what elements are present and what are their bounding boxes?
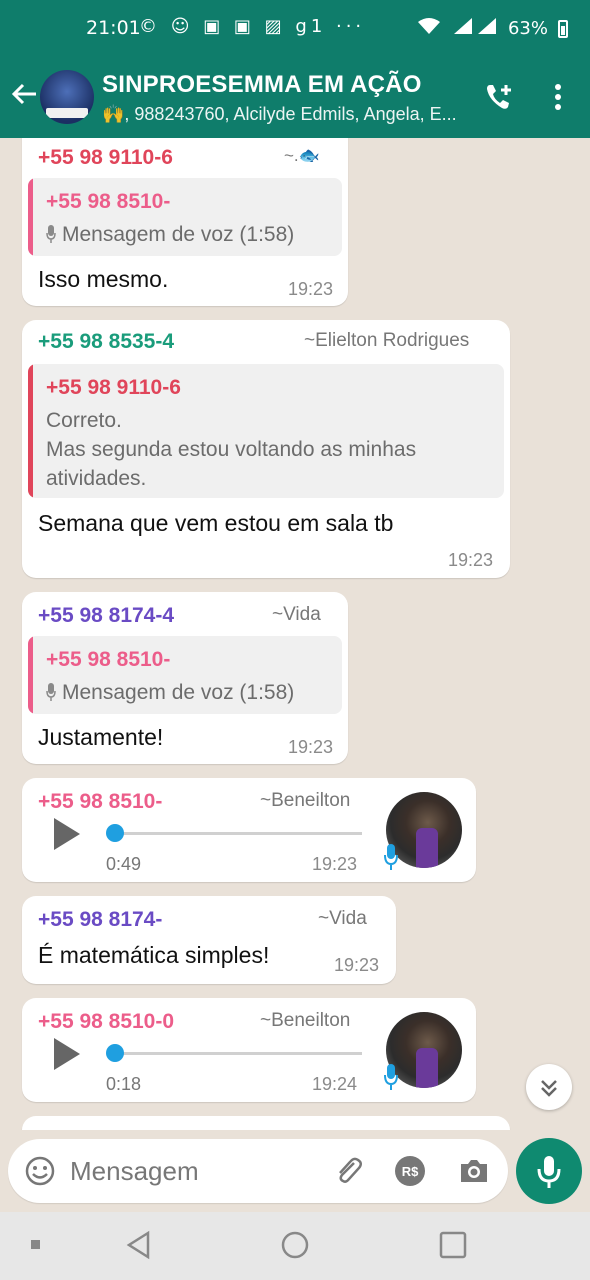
voice-mic-icon <box>384 1064 398 1090</box>
message-time: 19:23 <box>288 279 334 299</box>
quoted-sender: +55 98 8510- <box>46 190 171 213</box>
message-text: Justamente! <box>38 724 164 750</box>
group-members[interactable]: 🙌, 988243760, Alcilyde Edmils, Angela, E… <box>102 104 457 125</box>
back-arrow-icon[interactable] <box>10 80 38 108</box>
nav-back-icon[interactable] <box>124 1230 154 1260</box>
signal-icon <box>452 16 498 41</box>
message-sender[interactable]: +55 98 8174-4 <box>38 604 174 628</box>
message-text: É matemática simples! <box>38 942 270 968</box>
quoted-text: Mensagem de voz (1:58) <box>46 220 294 249</box>
nav-dot-icon[interactable] <box>30 1239 42 1251</box>
message-alias: ~Elielton Rodrigues <box>304 330 470 351</box>
message-time: 19:24 <box>312 1074 358 1094</box>
emoji-icon[interactable] <box>24 1155 56 1187</box>
voice-message-bubble[interactable]: +55 98 8510-0 ~Beneilton 0:18 19:24 <box>22 998 476 1102</box>
add-call-icon[interactable] <box>484 82 514 112</box>
play-icon[interactable] <box>54 1038 80 1070</box>
voice-message-bubble[interactable]: +55 98 8510- ~Beneilton 0:49 19:23 <box>22 778 476 882</box>
message-alias: ~Beneilton <box>260 1010 351 1031</box>
message-sender[interactable]: +55 98 8510-0 <box>38 1010 174 1034</box>
nav-home-icon[interactable] <box>280 1230 310 1260</box>
attachment-icon[interactable] <box>332 1155 364 1187</box>
redaction-mask <box>182 328 252 356</box>
notification-icons: © ☺ ▣ ▣ ▨ g1 ··· <box>139 16 366 37</box>
message-bubble[interactable]: +55 98 8174-4 ~Vida +55 98 8510- Mensage… <box>22 592 348 764</box>
message-sender[interactable]: +55 98 8510- <box>38 790 162 814</box>
message-text: Isso mesmo. <box>38 266 169 292</box>
voice-progress-handle[interactable] <box>106 1044 124 1062</box>
message-bubble[interactable]: +55 98 8174- ~Vida É matemática simples!… <box>22 896 396 984</box>
mic-small-icon <box>46 225 56 243</box>
voice-mic-icon <box>384 844 398 870</box>
quoted-text-line-1: Correto. <box>46 409 122 432</box>
message-alias: ~Vida <box>272 604 321 625</box>
redaction-mask <box>182 602 252 630</box>
redaction-mask <box>190 144 260 172</box>
system-nav-bar <box>0 1212 590 1280</box>
quoted-text-line-3: atividades. <box>46 467 147 490</box>
message-bubble[interactable]: +55 98 9110-6 ~.🐟 +55 98 8510- Mensagem … <box>22 138 348 306</box>
message-bubble-partial[interactable] <box>22 1116 510 1130</box>
wifi-icon <box>416 16 442 41</box>
message-input[interactable]: Mensagem <box>70 1156 199 1187</box>
group-avatar[interactable] <box>40 70 94 124</box>
more-options-icon[interactable] <box>548 82 568 112</box>
voice-duration: 0:18 <box>106 1074 142 1094</box>
quoted-message[interactable]: +55 98 9110-6 Correto. Mas segunda estou… <box>28 364 504 498</box>
quoted-text: Mensagem de voz (1:58) <box>46 678 294 707</box>
battery-icon <box>558 19 568 38</box>
voice-progress-handle[interactable] <box>106 824 124 842</box>
message-sender[interactable]: +55 98 9110-6 <box>38 146 173 170</box>
battery-percent: 63% <box>507 18 548 39</box>
camera-icon[interactable] <box>458 1155 490 1187</box>
message-time: 19:23 <box>334 955 380 975</box>
app-header: 21:01 © ☺ ▣ ▣ ▨ g1 ··· 63% SINPROESEMMA … <box>0 0 590 138</box>
voice-progress-track[interactable] <box>112 1052 362 1055</box>
status-time: 21:01 <box>86 17 141 39</box>
mic-icon <box>537 1156 561 1188</box>
svg-text:R$: R$ <box>402 1164 419 1179</box>
message-alias: ~Beneilton <box>260 790 351 811</box>
status-bar: 21:01 © ☺ ▣ ▣ ▨ g1 ··· 63% <box>0 0 590 58</box>
message-bubble[interactable]: +55 98 8535-4 ~Elielton Rodrigues +55 98… <box>22 320 510 578</box>
play-icon[interactable] <box>54 818 80 850</box>
double-chevron-down-icon <box>541 1080 557 1097</box>
message-sender[interactable]: +55 98 8174- <box>38 908 162 932</box>
scroll-to-bottom-button[interactable] <box>526 1064 572 1110</box>
group-title[interactable]: SINPROESEMMA EM AÇÃO <box>102 71 422 99</box>
message-time: 19:23 <box>448 550 494 570</box>
status-right: 63% <box>416 16 568 41</box>
chat-area[interactable]: +55 98 9110-6 ~.🐟 +55 98 8510- Mensagem … <box>0 138 590 1130</box>
nav-recents-icon[interactable] <box>438 1230 468 1260</box>
message-alias: ~.🐟 <box>284 146 320 165</box>
redaction-mask <box>176 906 236 934</box>
message-input-bar[interactable]: Mensagem R$ <box>8 1139 508 1203</box>
redaction-mask <box>188 1008 258 1036</box>
redaction-mask <box>176 788 256 816</box>
quoted-sender: +55 98 8510- <box>46 648 171 671</box>
message-time: 19:23 <box>288 737 334 757</box>
message-alias: ~Vida <box>318 908 367 929</box>
message-text: Semana que vem estou em sala tb <box>38 510 394 536</box>
quoted-message[interactable]: +55 98 8510- Mensagem de voz (1:58) <box>28 178 342 256</box>
payment-icon[interactable]: R$ <box>394 1155 426 1187</box>
quoted-message[interactable]: +55 98 8510- Mensagem de voz (1:58) <box>28 636 342 714</box>
message-sender[interactable]: +55 98 8535-4 <box>38 330 174 354</box>
voice-duration: 0:49 <box>106 854 142 874</box>
voice-record-button[interactable] <box>516 1138 582 1204</box>
voice-progress-track[interactable] <box>112 832 362 835</box>
message-time: 19:23 <box>312 854 358 874</box>
mic-small-icon <box>46 683 56 701</box>
quoted-sender: +55 98 9110-6 <box>46 376 181 399</box>
quoted-text-line-2: Mas segunda estou voltando as minhas <box>46 438 417 461</box>
